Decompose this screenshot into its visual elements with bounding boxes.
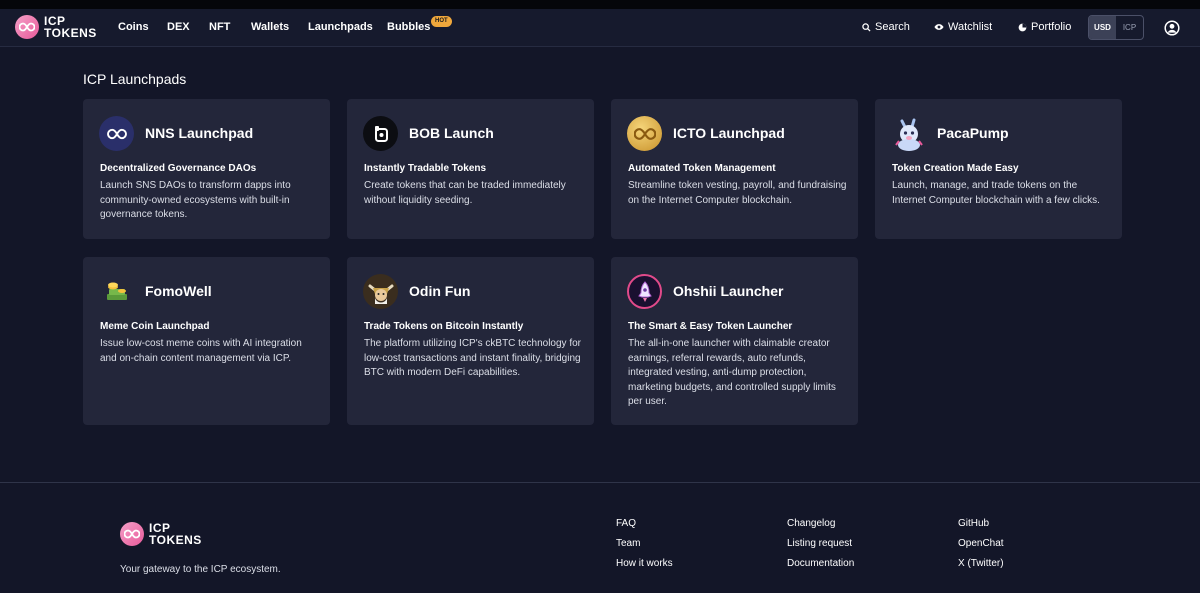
- card-name: ICTO Launchpad: [673, 125, 785, 141]
- launchpad-card-nns[interactable]: NNS Launchpad Decentralized Governance D…: [83, 99, 330, 239]
- footer-brand-logo[interactable]: ICP TOKENS: [120, 522, 202, 546]
- footer-link-faq[interactable]: FAQ: [616, 518, 636, 529]
- infinity-logo-icon: [120, 522, 144, 546]
- card-description: Launch SNS DAOs to transform dapps into …: [100, 180, 291, 220]
- infinity-logo-icon: [15, 15, 39, 39]
- page-title: ICP Launchpads: [83, 71, 187, 87]
- card-subtitle: Meme Coin Launchpad: [100, 321, 210, 332]
- currency-toggle: USD ICP: [1088, 15, 1144, 40]
- card-subtitle: Decentralized Governance DAOs: [100, 163, 257, 174]
- watchlist-button[interactable]: Watchlist: [934, 21, 992, 33]
- footer-link-how-it-works[interactable]: How it works: [616, 558, 673, 569]
- hot-badge: HOT: [431, 16, 452, 27]
- card-description: The platform utilizing ICP's ckBTC techn…: [364, 338, 581, 378]
- pie-chart-icon: [1018, 23, 1027, 32]
- card-name: FomoWell: [145, 283, 212, 299]
- nav-bubbles[interactable]: Bubbles: [387, 21, 430, 33]
- card-name: BOB Launch: [409, 125, 494, 141]
- brand-line2: TOKENS: [44, 26, 97, 40]
- footer-brand-wordmark: ICP TOKENS: [149, 522, 202, 546]
- eye-icon: [934, 23, 944, 31]
- footer-brand-line2: TOKENS: [149, 533, 202, 547]
- search-button[interactable]: Search: [862, 21, 910, 33]
- card-description: Launch, manage, and trade tokens on the …: [892, 180, 1100, 206]
- portfolio-label: Portfolio: [1031, 21, 1072, 33]
- footer-link-x-twitter[interactable]: X (Twitter): [958, 558, 1004, 569]
- odin-icon: [363, 274, 398, 309]
- icto-coin-icon: [627, 116, 662, 151]
- alpaca-icon: [891, 116, 926, 151]
- infinity-icon: [99, 116, 134, 151]
- card-subtitle: Automated Token Management: [628, 163, 776, 174]
- card-name: Odin Fun: [409, 283, 471, 299]
- card-subtitle: Trade Tokens on Bitcoin Instantly: [364, 321, 524, 332]
- footer-link-team[interactable]: Team: [616, 538, 640, 549]
- card-description: Issue low-cost meme coins with AI integr…: [100, 338, 302, 364]
- watchlist-label: Watchlist: [948, 21, 993, 33]
- card-name: PacaPump: [937, 125, 1009, 141]
- brand-logo[interactable]: ICP TOKENS: [15, 15, 97, 39]
- card-subtitle: The Smart & Easy Token Launcher: [628, 321, 793, 332]
- footer-tagline: Your gateway to the ICP ecosystem.: [120, 564, 281, 575]
- launchpad-card-fomowell[interactable]: FomoWell Meme Coin Launchpad Issue low-c…: [83, 257, 330, 425]
- footer-link-listing-request[interactable]: Listing request: [787, 538, 852, 549]
- search-label: Search: [875, 21, 910, 33]
- top-strip: [0, 0, 1200, 9]
- footer-link-changelog[interactable]: Changelog: [787, 518, 835, 529]
- rocket-icon: [627, 274, 662, 309]
- account-icon[interactable]: [1164, 20, 1180, 41]
- card-subtitle: Instantly Tradable Tokens: [364, 163, 487, 174]
- coin-stack-icon: [99, 274, 134, 309]
- nav-coins[interactable]: Coins: [118, 21, 149, 33]
- currency-usd-button[interactable]: USD: [1089, 16, 1116, 39]
- bob-icon: [363, 116, 398, 151]
- currency-icp-button[interactable]: ICP: [1116, 16, 1143, 39]
- footer-link-github[interactable]: GitHub: [958, 518, 989, 529]
- card-description: Create tokens that can be traded immedia…: [364, 180, 566, 206]
- nav-wallets[interactable]: Wallets: [251, 21, 289, 33]
- launchpad-card-odin[interactable]: Odin Fun Trade Tokens on Bitcoin Instant…: [347, 257, 594, 425]
- launchpad-card-icto[interactable]: ICTO Launchpad Automated Token Managemen…: [611, 99, 858, 239]
- brand-wordmark: ICP TOKENS: [44, 15, 97, 39]
- launchpad-card-ohshii[interactable]: Ohshii Launcher The Smart & Easy Token L…: [611, 257, 858, 425]
- portfolio-button[interactable]: Portfolio: [1018, 21, 1071, 33]
- card-name: Ohshii Launcher: [673, 283, 784, 299]
- top-header: ICP TOKENS Coins DEX NFT Wallets Launchp…: [0, 9, 1200, 47]
- card-description: Streamline token vesting, payroll, and f…: [628, 180, 847, 206]
- footer-divider: [0, 482, 1200, 483]
- launchpad-card-pacapump[interactable]: PacaPump Token Creation Made Easy Launch…: [875, 99, 1122, 239]
- search-icon: [862, 22, 871, 32]
- nav-dex[interactable]: DEX: [167, 21, 190, 33]
- nav-nft[interactable]: NFT: [209, 21, 230, 33]
- card-description: The all-in-one launcher with claimable c…: [628, 338, 836, 407]
- card-subtitle: Token Creation Made Easy: [892, 163, 1019, 174]
- card-name: NNS Launchpad: [145, 125, 254, 141]
- footer-link-documentation[interactable]: Documentation: [787, 558, 854, 569]
- footer-link-openchat[interactable]: OpenChat: [958, 538, 1004, 549]
- launchpad-card-bob[interactable]: BOB Launch Instantly Tradable Tokens Cre…: [347, 99, 594, 239]
- nav-launchpads[interactable]: Launchpads: [308, 21, 373, 33]
